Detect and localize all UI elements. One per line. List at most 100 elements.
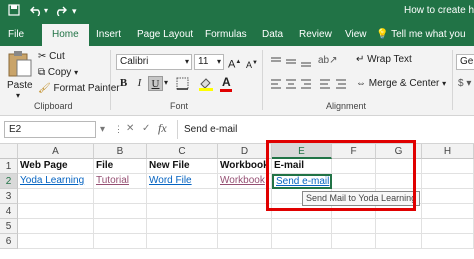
tell-me-box[interactable]: 💡 Tell me what you <box>376 24 466 46</box>
empty-cell[interactable] <box>422 234 474 249</box>
empty-cell[interactable] <box>94 204 147 219</box>
empty-cell[interactable] <box>218 234 272 249</box>
insert-function-button[interactable]: fx <box>158 122 167 134</box>
italic-button[interactable]: I <box>132 76 147 91</box>
column-header-d[interactable]: D <box>218 144 272 159</box>
empty-cell[interactable] <box>218 219 272 234</box>
empty-cell[interactable] <box>422 204 474 219</box>
empty-cell[interactable] <box>218 204 272 219</box>
cut-button[interactable]: ✂ Cut <box>38 51 65 63</box>
tab-home[interactable]: Home <box>42 24 89 46</box>
empty-cell[interactable] <box>272 234 332 249</box>
tab-file[interactable]: File <box>8 24 24 46</box>
underline-button[interactable]: U <box>148 76 163 91</box>
horizontal-align-icons[interactable] <box>270 78 350 90</box>
borders-icon[interactable] <box>176 77 190 90</box>
column-header-c[interactable]: C <box>147 144 218 159</box>
hyperlink-file[interactable]: Tutorial <box>96 175 129 186</box>
save-icon[interactable] <box>8 4 20 19</box>
empty-cell[interactable] <box>272 219 332 234</box>
cell-d1[interactable]: Workbook <box>218 159 272 174</box>
empty-cell[interactable] <box>376 219 422 234</box>
underline-dropdown-icon[interactable]: ▾ <box>164 77 168 89</box>
tab-view[interactable]: View <box>345 24 367 46</box>
column-header-b[interactable]: B <box>94 144 147 159</box>
name-box[interactable]: E2 <box>4 121 96 138</box>
empty-cell[interactable] <box>332 234 376 249</box>
empty-cell[interactable] <box>332 219 376 234</box>
paste-icon <box>8 51 32 77</box>
font-color-icon[interactable]: A <box>222 76 231 88</box>
tab-insert[interactable]: Insert <box>96 24 121 46</box>
row-header-3[interactable]: 3 <box>0 189 18 204</box>
wrap-text-button[interactable]: ↵ Wrap Text <box>356 54 412 66</box>
merge-center-button[interactable]: ⇔ Merge & Center ▾ <box>356 78 446 90</box>
alignment-group-label: Alignment <box>326 101 367 111</box>
merge-center-label: Merge & Center <box>368 78 440 89</box>
hyperlink-web-page[interactable]: Yoda Learning <box>20 175 84 186</box>
enter-icon[interactable]: ✓ <box>142 123 150 135</box>
empty-cell[interactable] <box>422 219 474 234</box>
select-all-button[interactable] <box>0 144 18 159</box>
empty-cell[interactable] <box>94 189 147 204</box>
copy-button[interactable]: ⧉ Copy ▾ <box>38 67 78 79</box>
formula-input[interactable]: Send e-mail <box>184 124 237 136</box>
row-header-4[interactable]: 4 <box>0 204 18 219</box>
font-size-select[interactable]: 11 ▾ <box>194 54 224 70</box>
redo-icon[interactable] <box>54 4 67 19</box>
customize-qat-icon[interactable]: ▾ <box>72 4 77 18</box>
undo-icon[interactable] <box>30 4 43 19</box>
hyperlink-new-file[interactable]: Word File <box>149 175 192 186</box>
empty-cell[interactable] <box>376 234 422 249</box>
empty-cell[interactable] <box>18 219 94 234</box>
empty-cell[interactable] <box>422 159 474 174</box>
cell-d2[interactable]: Workbook <box>218 174 272 189</box>
font-size-value: 11 <box>198 56 209 67</box>
grow-font-icon[interactable]: A▲ <box>228 56 241 71</box>
empty-cell[interactable] <box>94 234 147 249</box>
cancel-icon[interactable]: ✕ <box>126 123 134 135</box>
row-header-6[interactable]: 6 <box>0 234 18 249</box>
fill-color-icon[interactable] <box>198 76 214 91</box>
empty-cell[interactable] <box>18 234 94 249</box>
shrink-font-icon[interactable]: A▼ <box>246 57 258 71</box>
empty-cell[interactable] <box>18 189 94 204</box>
cell-c1[interactable]: New File <box>147 159 218 174</box>
paste-button[interactable]: Paste ▾ <box>4 50 36 100</box>
tell-me-label: Tell me what you <box>391 29 466 40</box>
empty-cell[interactable] <box>147 219 218 234</box>
format-painter-button[interactable]: 🖌 Format Painter <box>38 83 120 95</box>
tab-data[interactable]: Data <box>262 24 283 46</box>
empty-cell[interactable] <box>147 234 218 249</box>
cell-a1[interactable]: Web Page <box>18 159 94 174</box>
empty-cell[interactable] <box>422 189 474 204</box>
row-header-5[interactable]: 5 <box>0 219 18 234</box>
empty-cell[interactable] <box>94 219 147 234</box>
empty-cell[interactable] <box>422 174 474 189</box>
cell-a2[interactable]: Yoda Learning <box>18 174 94 189</box>
column-header-a[interactable]: A <box>18 144 94 159</box>
tab-formulas[interactable]: Formulas <box>205 24 247 46</box>
vertical-align-icons[interactable] <box>270 56 314 68</box>
hyperlink-workbook[interactable]: Workbook <box>220 175 265 186</box>
cell-b2[interactable]: Tutorial <box>94 174 147 189</box>
cell-c2[interactable]: Word File <box>147 174 218 189</box>
bold-button[interactable]: B <box>116 76 131 91</box>
name-box-chevron-icon[interactable]: ▾ <box>100 124 105 136</box>
number-format-select[interactable]: Generi <box>456 54 474 70</box>
undo-dropdown-icon[interactable]: ▾ <box>44 4 48 18</box>
empty-cell[interactable] <box>18 204 94 219</box>
row-header-1[interactable]: 1 <box>0 159 18 174</box>
tab-review[interactable]: Review <box>299 24 332 46</box>
cell-b1[interactable]: File <box>94 159 147 174</box>
empty-cell[interactable] <box>218 189 272 204</box>
empty-cell[interactable] <box>147 204 218 219</box>
tab-page-layout[interactable]: Page Layout <box>137 24 193 46</box>
worksheet-grid: A B C D E F G H 1 2 3 4 5 6 Web Page Fil… <box>0 140 474 259</box>
currency-icon[interactable]: $ ▾ <box>458 78 471 90</box>
row-header-2[interactable]: 2 <box>0 174 18 189</box>
font-name-select[interactable]: Calibri ▾ <box>116 54 192 70</box>
column-header-h[interactable]: H <box>422 144 474 159</box>
orientation-icon[interactable]: ab↗ <box>318 55 338 67</box>
empty-cell[interactable] <box>147 189 218 204</box>
